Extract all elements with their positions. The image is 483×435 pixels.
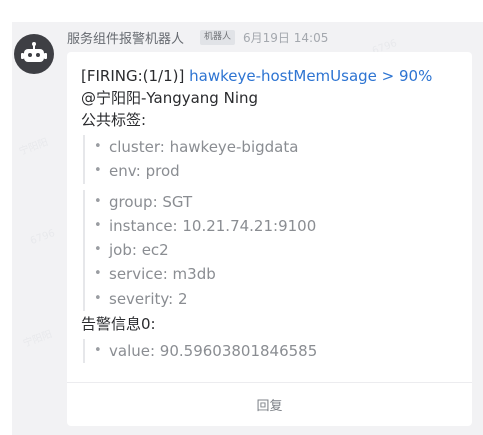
list-item: • service: m3db	[93, 262, 462, 286]
alert-status: [FIRING:(1/1)]	[81, 67, 190, 85]
list-item: • job: ec2	[93, 238, 462, 262]
bullet-icon: •	[94, 217, 102, 233]
alert-link[interactable]: hawkeye-hostMemUsage > 90%	[189, 67, 432, 85]
list-item: • instance: 10.21.74.21:9100	[93, 214, 462, 238]
message-content: [FIRING:(1/1)] hawkeye-hostMemUsage > 90…	[81, 65, 462, 364]
common-labels-heading: 公共标签:	[81, 111, 147, 129]
bullet-icon: •	[94, 139, 102, 154]
robot-avatar[interactable]	[14, 34, 54, 74]
alarm-heading: 告警信息0:	[81, 315, 156, 334]
bot-badge: 机器人	[200, 29, 236, 45]
common-labels-list: • cluster: hawkeye-bigdata • env: prod	[83, 135, 462, 184]
list-item: • severity: 2	[93, 287, 462, 311]
bullet-icon: •	[94, 266, 102, 282]
message-time: 6月19日 14:05	[243, 30, 329, 45]
message-header: 服务组件报警机器人 机器人 6月19日 14:05	[67, 28, 329, 47]
list-item: • group: SGT	[93, 190, 462, 214]
bullet-icon: •	[94, 343, 102, 359]
list-item: • value: 90.59603801846585	[93, 339, 462, 363]
bullet-icon: •	[94, 163, 102, 179]
mention[interactable]: @宁阳阳-Yangyang Ning	[81, 87, 462, 109]
sender-name[interactable]: 服务组件报警机器人	[67, 28, 184, 47]
bullet-icon: •	[94, 193, 102, 209]
list-item: • cluster: hawkeye-bigdata	[93, 135, 462, 159]
alarm-values-list: • value: 90.59603801846585	[83, 339, 462, 364]
alert-title: [FIRING:(1/1)] hawkeye-hostMemUsage > 90…	[81, 65, 462, 87]
message-bubble: [FIRING:(1/1)] hawkeye-hostMemUsage > 90…	[67, 52, 472, 426]
common-labels-list: • group: SGT • instance: 10.21.74.21:9100 …	[83, 189, 462, 312]
reply-button[interactable]: 回复	[67, 383, 472, 426]
robot-icon	[21, 42, 47, 62]
list-item: • env: prod	[93, 159, 462, 183]
bullet-icon: •	[94, 290, 102, 306]
bullet-icon: •	[94, 242, 102, 258]
